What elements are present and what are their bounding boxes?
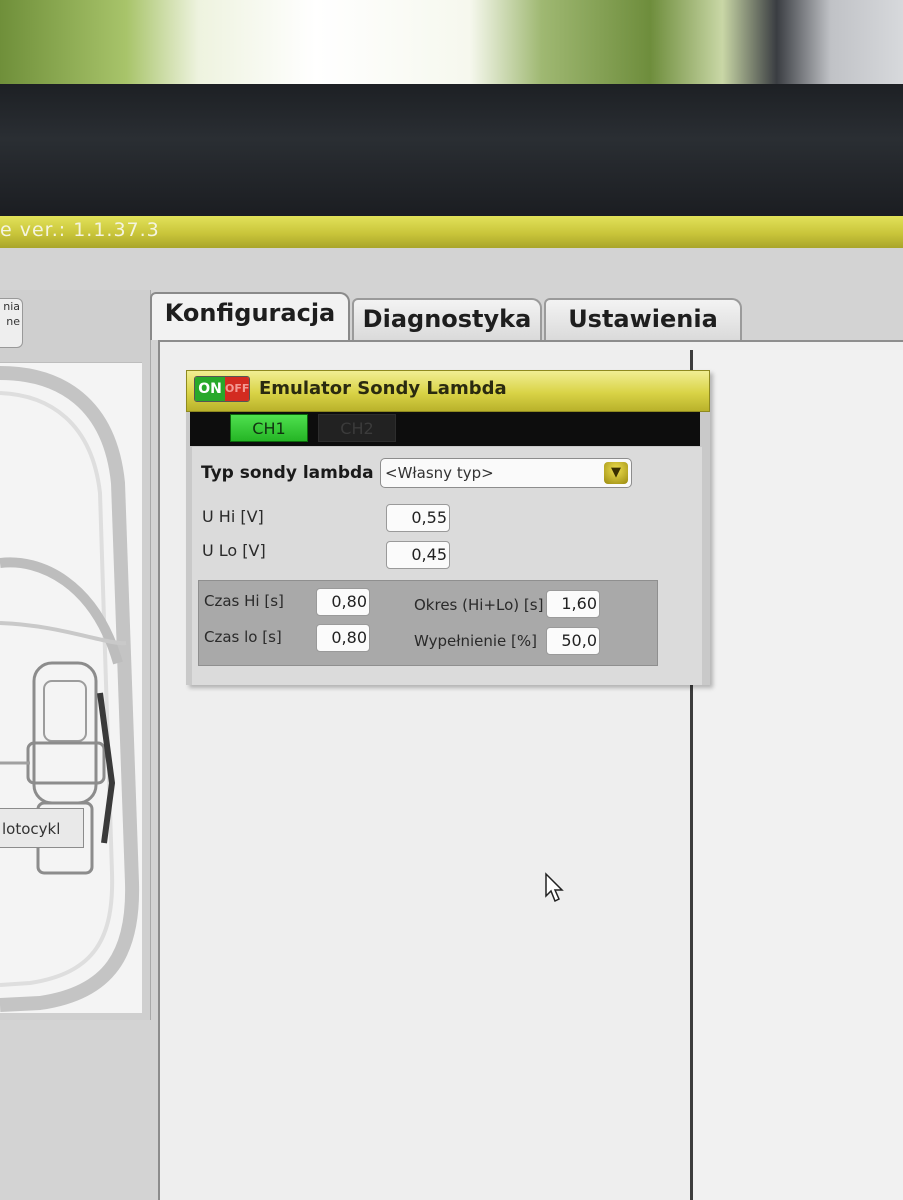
tab-konfiguracja[interactable]: Konfiguracja [150, 292, 350, 340]
tab-diagnostyka[interactable]: Diagnostyka [352, 298, 542, 342]
mouse-cursor-icon [545, 872, 564, 903]
app-version-title: e ver.: 1.1.37.3 [0, 219, 160, 241]
motorcycle-button[interactable]: lotocykl [0, 808, 84, 848]
vehicle-type-button-line-1: nia [3, 300, 20, 313]
right-pane [690, 350, 903, 1200]
chevron-down-icon[interactable]: ▼ [604, 462, 628, 484]
window-background [0, 0, 903, 92]
czas-lo-label: Czas lo [s] [204, 628, 282, 646]
u-hi-label: U Hi [V] [202, 507, 264, 526]
wypelnienie-input[interactable]: 50,0 [546, 627, 600, 655]
vehicle-type-button[interactable]: nia ne [0, 298, 23, 348]
vehicle-type-button-line-2: ne [6, 315, 20, 328]
toggle-on-label: ON [195, 377, 225, 401]
toggle-off-label: OFF [225, 377, 249, 401]
okres-input[interactable]: 1,60 [546, 590, 600, 618]
car-diagram [0, 362, 142, 1013]
okres-label: Okres (Hi+Lo) [s] [414, 596, 544, 614]
probe-type-label: Typ sondy lambda [201, 463, 374, 483]
wypelnienie-label: Wypełnienie [%] [414, 632, 537, 650]
czas-lo-input[interactable]: 0,80 [316, 624, 370, 652]
panel-title: Emulator Sondy Lambda [259, 378, 507, 399]
car-outline-icon [0, 366, 140, 1012]
monitor-bezel [0, 84, 903, 222]
u-hi-input[interactable]: 0,55 [386, 504, 450, 532]
channel-2-button[interactable]: CH2 [318, 414, 396, 442]
u-lo-label: U Lo [V] [202, 541, 266, 560]
u-lo-input[interactable]: 0,45 [386, 541, 450, 569]
tab-ustawienia[interactable]: Ustawienia [544, 298, 742, 342]
probe-type-select[interactable]: <Własny typ> [380, 458, 632, 488]
channel-1-button[interactable]: CH1 [230, 414, 308, 442]
czas-hi-input[interactable]: 0,80 [316, 588, 370, 616]
on-off-toggle[interactable]: ON OFF [194, 376, 250, 402]
czas-hi-label: Czas Hi [s] [204, 592, 284, 610]
